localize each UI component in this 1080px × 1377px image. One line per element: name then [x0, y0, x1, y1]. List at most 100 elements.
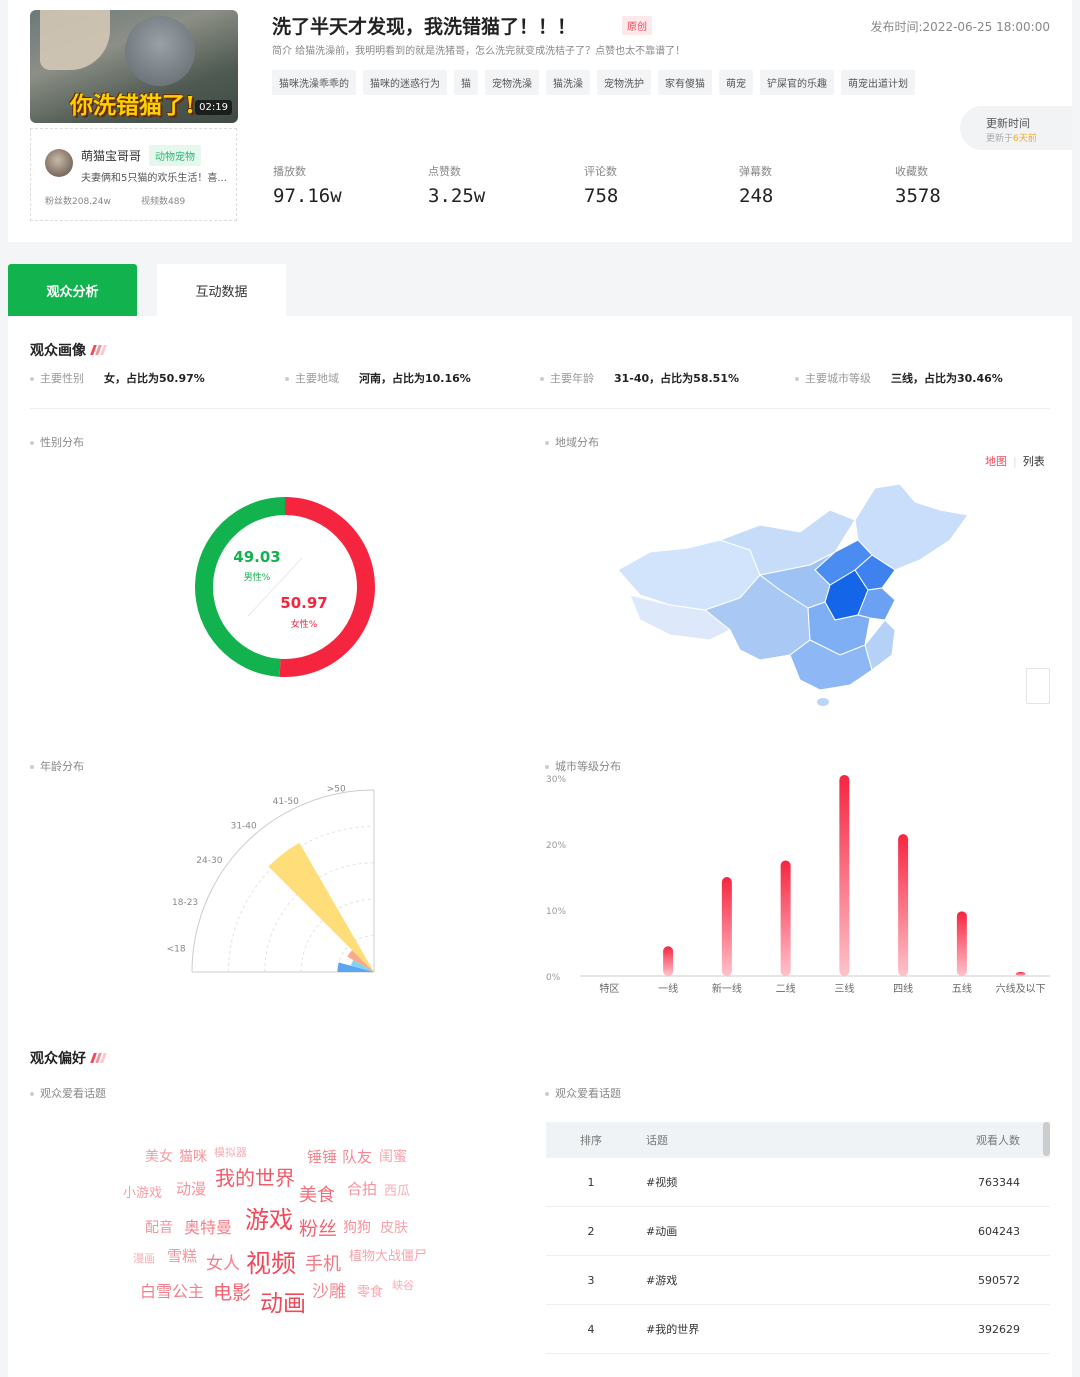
cell-topic[interactable]: #视频 — [636, 1174, 950, 1190]
word-cloud-term[interactable]: 小游戏 — [123, 1182, 162, 1201]
word-cloud-term[interactable]: 美食 — [299, 1181, 335, 1207]
age-sector[interactable] — [268, 842, 374, 972]
word-cloud-term[interactable]: 西瓜 — [384, 1180, 410, 1199]
word-cloud-term[interactable]: 合拍 — [347, 1178, 377, 1199]
map-region-southeast[interactable] — [864, 619, 896, 671]
list-toggle-button[interactable]: 列表 — [1023, 455, 1045, 468]
city-tier-bar-chart: 0% 10% 20% 30% 特区 一线 新一线 二线 三线 四线 五线 六线及以下 — [546, 774, 1050, 995]
cell-rank: 2 — [587, 1224, 595, 1238]
metric-label: 评论数 — [584, 165, 617, 178]
tag-item[interactable]: 家有傻猫 — [658, 70, 712, 95]
table-row[interactable]: 1 #视频 763344 — [546, 1158, 1050, 1207]
word-cloud-term[interactable]: 游戏 — [245, 1200, 293, 1235]
female-value-label: 50.97 — [280, 594, 327, 612]
tag-item[interactable]: 萌宠 — [719, 70, 753, 95]
summary-region: 主要地域 河南，占比为10.16% — [285, 370, 471, 386]
author-name[interactable]: 萌猫宝哥哥 — [81, 147, 141, 164]
header-rank: 排序 — [580, 1134, 602, 1147]
age-tick-label: 41-50 — [273, 797, 299, 807]
word-cloud-term[interactable]: 猫咪 — [179, 1146, 207, 1166]
city-tier-bar[interactable] — [839, 774, 850, 976]
header-viewers: 观看人数 — [976, 1134, 1020, 1147]
male-value-label: 49.03 — [233, 548, 280, 566]
word-cloud-term[interactable]: 视频 — [246, 1244, 296, 1280]
tab-audience-analysis[interactable]: 观众分析 — [8, 264, 137, 316]
word-cloud-term[interactable]: 奥特曼 — [184, 1214, 232, 1238]
word-cloud-term[interactable]: 美女 — [145, 1146, 173, 1166]
summary-value: 三线，占比为30.46% — [891, 372, 1003, 385]
word-cloud-term[interactable]: 队友 — [342, 1146, 372, 1167]
word-cloud-term[interactable]: 闺蜜 — [379, 1146, 407, 1166]
tab-interaction-data[interactable]: 互动数据 — [157, 264, 286, 316]
summary-value: 女，占比为50.97% — [104, 372, 205, 385]
word-cloud-term[interactable]: 植物大战僵尸 — [349, 1245, 427, 1264]
word-cloud-term[interactable]: 雪糕 — [167, 1245, 197, 1266]
word-cloud-term[interactable]: 模拟器 — [214, 1144, 247, 1160]
word-cloud-term[interactable]: 动画 — [260, 1284, 306, 1318]
summary-key: 主要城市等级 — [805, 372, 871, 385]
cell-rank: 4 — [587, 1322, 595, 1336]
tag-item[interactable]: 猫咪的迷惑行为 — [363, 70, 447, 95]
word-cloud-term[interactable]: 粉丝 — [299, 1214, 337, 1241]
table-row[interactable]: 4 #我的世界 392629 — [546, 1305, 1050, 1354]
video-thumbnail[interactable]: 你洗错猫了! 02:19 — [30, 10, 238, 123]
city-tier-bar[interactable] — [780, 860, 791, 977]
word-cloud-term[interactable]: 狗狗 — [343, 1217, 371, 1237]
age-tick-label: 24-30 — [196, 856, 222, 866]
city-tier-bar[interactable] — [721, 877, 732, 976]
update-prefix: 更新于 — [986, 134, 1014, 144]
tag-item[interactable]: 猫 — [454, 70, 478, 95]
tag-item[interactable]: 宠物洗澡 — [485, 70, 539, 95]
video-title[interactable]: 洗了半天才发现，我洗错猫了！！！ — [272, 12, 576, 39]
male-category-label: 男性% — [244, 571, 271, 583]
city-tier-bar[interactable] — [898, 834, 909, 976]
word-cloud-term[interactable]: 锤锤 — [307, 1146, 337, 1167]
word-cloud-term[interactable]: 动漫 — [176, 1178, 206, 1199]
tag-item[interactable]: 萌宠出道计划 — [841, 70, 915, 95]
subtitle-text: 观众爱看话题 — [40, 1087, 106, 1100]
cell-topic[interactable]: #游戏 — [636, 1272, 950, 1288]
table-row[interactable]: 2 #动画 604243 — [546, 1207, 1050, 1256]
word-cloud-term[interactable]: 配音 — [145, 1217, 173, 1237]
tag-item[interactable]: 铲屎官的乐趣 — [760, 70, 834, 95]
cell-topic[interactable]: #动画 — [636, 1223, 950, 1239]
age-tick-label: >50 — [327, 785, 346, 795]
word-cloud-term[interactable]: 零食 — [357, 1281, 383, 1300]
tag-item[interactable]: 猫洗澡 — [546, 70, 590, 95]
map-toggle-button[interactable]: 地图 — [985, 455, 1007, 468]
cell-viewers: 763344 — [978, 1175, 1020, 1189]
word-cloud-term[interactable]: 峡谷 — [392, 1277, 414, 1293]
word-cloud-term[interactable]: 漫画 — [133, 1250, 155, 1266]
divider — [30, 408, 1050, 409]
city-tier-bar[interactable] — [956, 911, 967, 976]
city-tier-bar[interactable] — [1015, 972, 1026, 976]
avatar[interactable] — [45, 149, 73, 177]
word-cloud-term[interactable]: 电影 — [213, 1278, 251, 1305]
thumbnail-caption: 你洗错猫了! — [70, 92, 196, 119]
donut-segment-female[interactable] — [279, 497, 375, 677]
word-cloud-term[interactable]: 女人 — [206, 1249, 240, 1274]
word-cloud-term[interactable]: 我的世界 — [215, 1162, 295, 1191]
word-cloud-term[interactable]: 白雪公主 — [140, 1278, 204, 1302]
word-cloud-term[interactable]: 手机 — [305, 1250, 341, 1276]
map-region-hainan[interactable] — [817, 698, 829, 706]
donut-segment-male[interactable] — [194, 497, 285, 677]
map-list-toggle: 地图 | 列表 — [985, 455, 1045, 468]
portrait-section-title: 观众画像 — [30, 340, 107, 360]
x-tick-label: 一线 — [658, 982, 678, 995]
city-tier-bar[interactable] — [663, 946, 674, 976]
topics-cloud-title: 观众爱看话题 — [30, 1085, 106, 1101]
word-cloud-term[interactable]: 皮肤 — [380, 1217, 408, 1237]
update-time-button[interactable]: 更新时间 更新于6天前 — [960, 106, 1072, 150]
tag-item[interactable]: 猫咪洗澡乖乖的 — [272, 70, 356, 95]
table-scrollbar[interactable] — [1043, 1122, 1050, 1156]
table-row[interactable]: 3 #游戏 590572 — [546, 1256, 1050, 1305]
tag-item[interactable]: 宠物洗护 — [597, 70, 651, 95]
thumbnail-hand-shape — [40, 10, 110, 70]
age-tick-label: 18-23 — [172, 898, 198, 908]
gender-donut-chart: 49.03 男性% 50.97 女性% — [194, 497, 375, 677]
cell-topic[interactable]: #我的世界 — [636, 1321, 950, 1337]
word-cloud-term[interactable]: 沙雕 — [312, 1277, 346, 1302]
author-card[interactable]: 萌猫宝哥哥 动物宠物 夫妻俩和5只猫的欢乐生活！喜... 粉丝数208.24w … — [30, 128, 237, 221]
section-title-text: 观众画像 — [30, 343, 86, 359]
